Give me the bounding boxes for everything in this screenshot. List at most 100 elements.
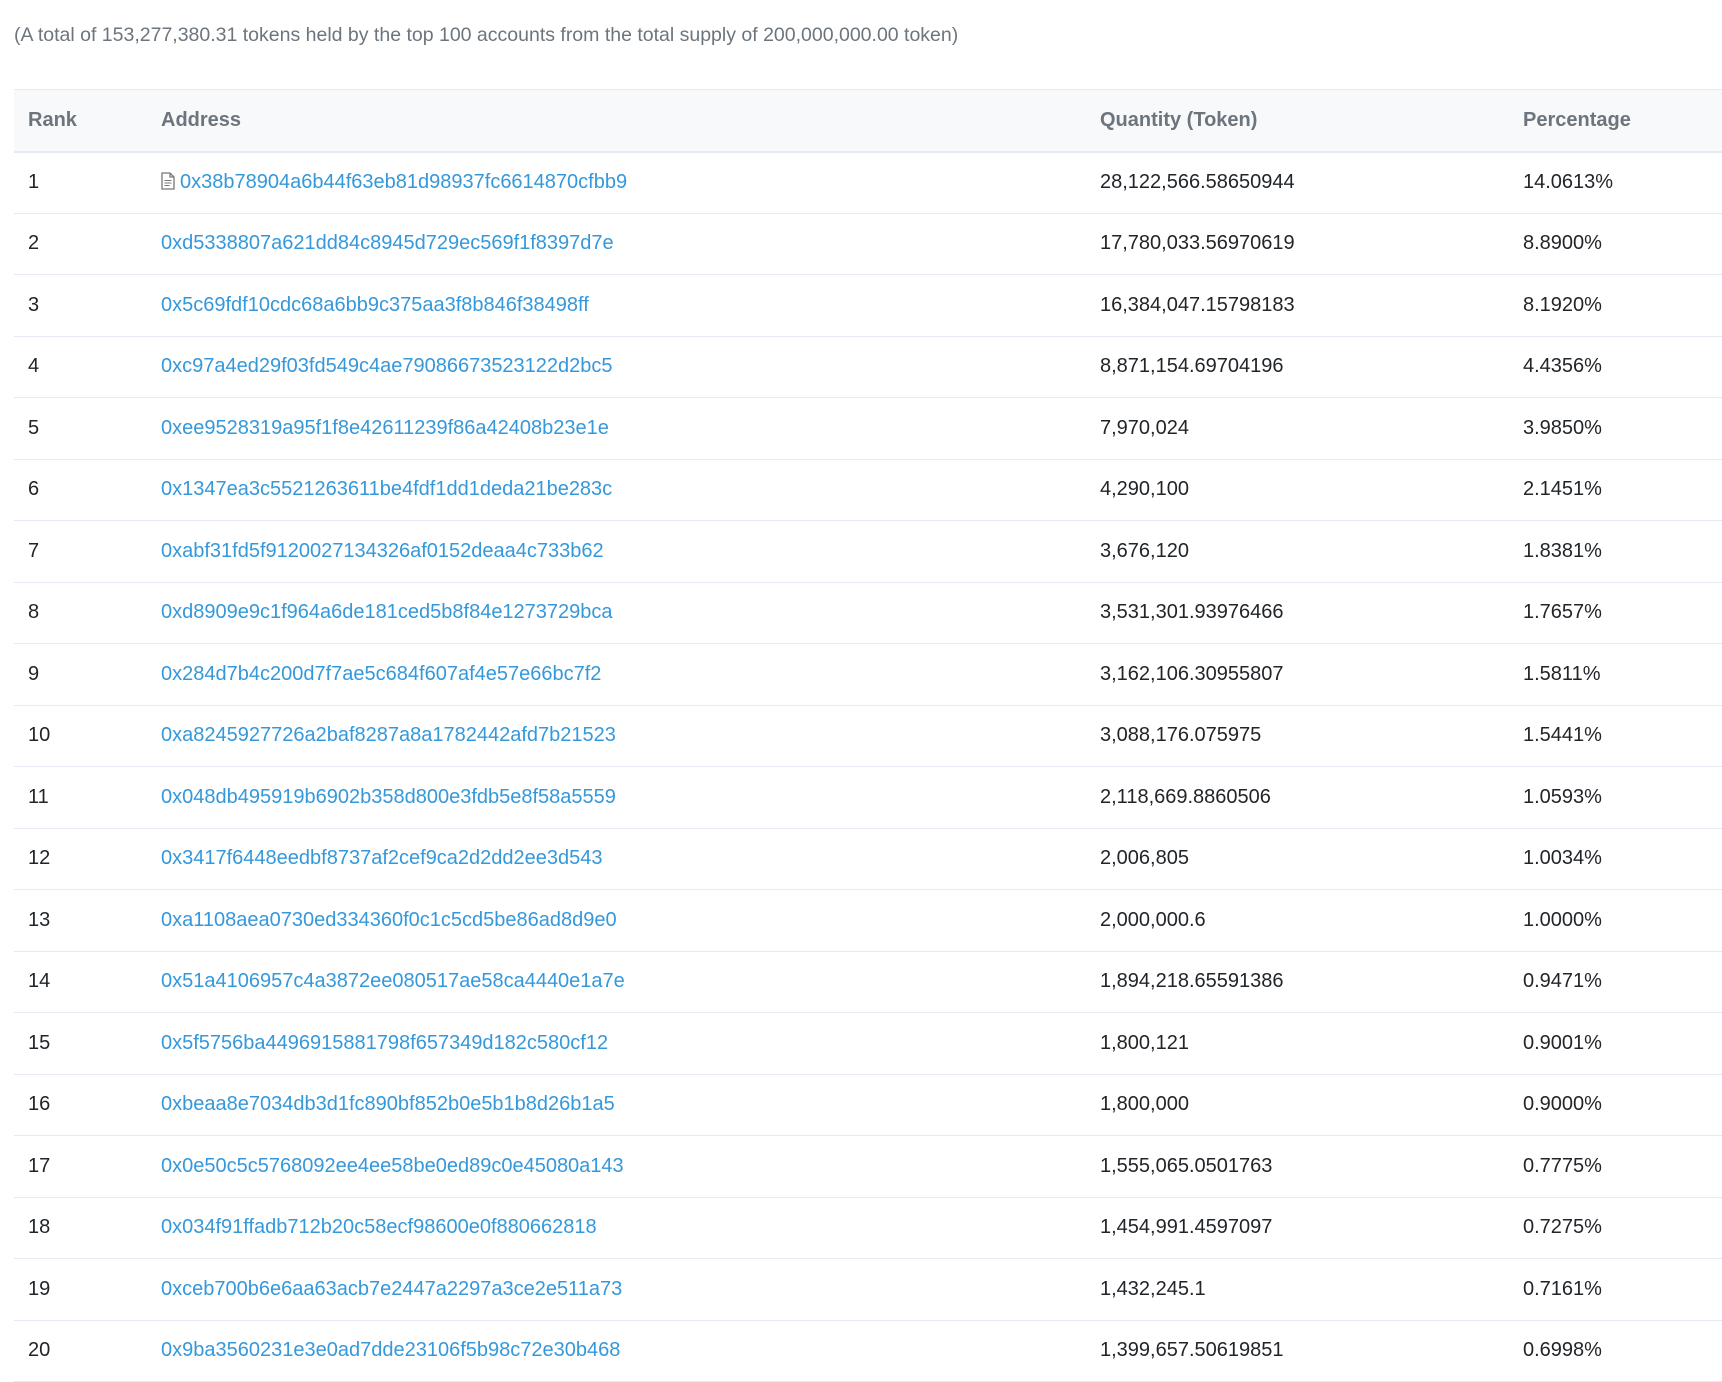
quantity-cell: 16,384,047.15798183 (1100, 274, 1523, 337)
address-cell: 0x1347ea3c5521263611be4fdf1dd1deda21be28… (161, 459, 1100, 521)
holder-address-link[interactable]: 0x048db495919b6902b358d800e3fdb5e8f58a55… (161, 786, 616, 808)
header-rank: Rank (14, 89, 161, 153)
table-row: 6 0x1347ea3c5521263611be4fdf1dd1deda21be2… (14, 459, 1722, 521)
address-cell: 0x3417f6448eedbf8737af2cef9ca2d2dd2ee3d5… (161, 828, 1100, 890)
percentage-cell: 1.5811% (1523, 643, 1722, 706)
percentage-cell: 4.4356% (1523, 336, 1722, 398)
holder-address-link[interactable]: 0xa1108aea0730ed334360f0c1c5cd5be86ad8d9… (161, 909, 617, 931)
holder-address-link[interactable]: 0xd5338807a621dd84c8945d729ec569f1f8397d… (161, 232, 614, 254)
percentage-cell: 0.6998% (1523, 1320, 1722, 1382)
holder-address-link[interactable]: 0xabf31fd5f9120027134326af0152deaa4c733b… (161, 540, 604, 562)
holder-address-link[interactable]: 0x9ba3560231e3e0ad7dde23106f5b98c72e30b4… (161, 1339, 620, 1361)
quantity-cell: 17,780,033.56970619 (1100, 213, 1523, 275)
rank-cell: 12 (14, 828, 161, 890)
address-cell: 0x0e50c5c5768092ee4ee58be0ed89c0e45080a1… (161, 1135, 1100, 1198)
header-address: Address (161, 89, 1100, 153)
holder-address-link[interactable]: 0xc97a4ed29f03fd549c4ae79086673523122d2b… (161, 355, 613, 377)
address-cell: 0x284d7b4c200d7f7ae5c684f607af4e57e66bc7… (161, 643, 1100, 706)
table-row: 1 0x38b78904a6b44f63eb81d98937fc6614870cf… (14, 151, 1722, 214)
holder-address-link[interactable]: 0xd8909e9c1f964a6de181ced5b8f84e1273729b… (161, 601, 613, 623)
token-holders-table: Rank Address Quantity (Token) Percentage… (14, 89, 1722, 1382)
quantity-cell: 4,290,100 (1100, 459, 1523, 521)
address-cell: 0xceb700b6e6aa63acb7e2447a2297a3ce2e511a… (161, 1258, 1100, 1321)
holder-address-link[interactable]: 0x284d7b4c200d7f7ae5c684f607af4e57e66bc7… (161, 663, 601, 685)
quantity-cell: 1,454,991.4597097 (1100, 1197, 1523, 1259)
holder-address-link[interactable]: 0x38b78904a6b44f63eb81d98937fc6614870cfb… (180, 171, 627, 193)
quantity-cell: 2,006,805 (1100, 828, 1523, 890)
address-cell: 0xee9528319a95f1f8e42611239f86a42408b23e… (161, 397, 1100, 460)
quantity-cell: 3,088,176.075975 (1100, 705, 1523, 767)
holder-address-link[interactable]: 0x0e50c5c5768092ee4ee58be0ed89c0e45080a1… (161, 1155, 624, 1177)
holder-address-link[interactable]: 0xa8245927726a2baf8287a8a1782442afd7b215… (161, 724, 616, 746)
table-row: 2 0xd5338807a621dd84c8945d729ec569f1f8397… (14, 213, 1722, 275)
table-row: 11 0x048db495919b6902b358d800e3fdb5e8f58a… (14, 766, 1722, 829)
percentage-cell: 8.8900% (1523, 213, 1722, 275)
rank-cell: 19 (14, 1258, 161, 1321)
rank-cell: 13 (14, 889, 161, 952)
table-row: 3 0x5c69fdf10cdc68a6bb9c375aa3f8b846f3849… (14, 274, 1722, 337)
quantity-cell: 7,970,024 (1100, 397, 1523, 460)
quantity-cell: 3,531,301.93976466 (1100, 582, 1523, 644)
quantity-cell: 1,800,121 (1100, 1012, 1523, 1075)
percentage-cell: 1.0034% (1523, 828, 1722, 890)
rank-cell: 2 (14, 213, 161, 275)
table-row: 13 0xa1108aea0730ed334360f0c1c5cd5be86ad8… (14, 889, 1722, 952)
percentage-cell: 8.1920% (1523, 274, 1722, 337)
rank-cell: 9 (14, 643, 161, 706)
holder-address-link[interactable]: 0x3417f6448eedbf8737af2cef9ca2d2dd2ee3d5… (161, 847, 603, 869)
percentage-cell: 1.0593% (1523, 766, 1722, 829)
rank-cell: 5 (14, 397, 161, 460)
quantity-cell: 3,162,106.30955807 (1100, 643, 1523, 706)
percentage-cell: 1.8381% (1523, 520, 1722, 583)
rank-cell: 3 (14, 274, 161, 337)
holder-address-link[interactable]: 0x1347ea3c5521263611be4fdf1dd1deda21be28… (161, 478, 612, 500)
table-body: 1 0x38b78904a6b44f63eb81d98937fc6614870cf… (14, 151, 1722, 1382)
percentage-cell: 1.5441% (1523, 705, 1722, 767)
rank-cell: 7 (14, 520, 161, 583)
table-row: 12 0x3417f6448eedbf8737af2cef9ca2d2dd2ee3… (14, 828, 1722, 890)
header-percentage: Percentage (1523, 89, 1722, 153)
quantity-cell: 3,676,120 (1100, 520, 1523, 583)
rank-cell: 20 (14, 1320, 161, 1382)
table-row: 19 0xceb700b6e6aa63acb7e2447a2297a3ce2e51… (14, 1258, 1722, 1321)
quantity-cell: 1,894,218.65591386 (1100, 951, 1523, 1013)
header-quantity: Quantity (Token) (1100, 89, 1523, 153)
holder-address-link[interactable]: 0x51a4106957c4a3872ee080517ae58ca4440e1a… (161, 970, 625, 992)
holder-address-link[interactable]: 0xceb700b6e6aa63acb7e2447a2297a3ce2e511a… (161, 1278, 622, 1300)
address-cell: 0xd8909e9c1f964a6de181ced5b8f84e1273729b… (161, 582, 1100, 644)
percentage-cell: 0.9000% (1523, 1074, 1722, 1136)
holder-address-link[interactable]: 0xee9528319a95f1f8e42611239f86a42408b23e… (161, 417, 609, 439)
table-row: 14 0x51a4106957c4a3872ee080517ae58ca4440e… (14, 951, 1722, 1013)
rank-cell: 11 (14, 766, 161, 829)
quantity-cell: 1,432,245.1 (1100, 1258, 1523, 1321)
address-cell: 0x38b78904a6b44f63eb81d98937fc6614870cfb… (161, 151, 1100, 214)
quantity-cell: 2,000,000.6 (1100, 889, 1523, 952)
percentage-cell: 0.9001% (1523, 1012, 1722, 1075)
holder-address-link[interactable]: 0x5f5756ba4496915881798f657349d182c580cf… (161, 1032, 608, 1054)
address-cell: 0x51a4106957c4a3872ee080517ae58ca4440e1a… (161, 951, 1100, 1013)
address-cell: 0xbeaa8e7034db3d1fc890bf852b0e5b1b8d26b1… (161, 1074, 1100, 1136)
rank-cell: 15 (14, 1012, 161, 1075)
address-cell: 0xc97a4ed29f03fd549c4ae79086673523122d2b… (161, 336, 1100, 398)
holder-address-link[interactable]: 0x5c69fdf10cdc68a6bb9c375aa3f8b846f38498… (161, 294, 589, 316)
table-row: 8 0xd8909e9c1f964a6de181ced5b8f84e1273729… (14, 582, 1722, 644)
table-row: 17 0x0e50c5c5768092ee4ee58be0ed89c0e45080… (14, 1135, 1722, 1198)
percentage-cell: 1.0000% (1523, 889, 1722, 952)
holder-address-link[interactable]: 0xbeaa8e7034db3d1fc890bf852b0e5b1b8d26b1… (161, 1093, 615, 1115)
table-row: 9 0x284d7b4c200d7f7ae5c684f607af4e57e66bc… (14, 643, 1722, 706)
percentage-cell: 2.1451% (1523, 459, 1722, 521)
holders-summary: (A total of 153,277,380.31 tokens held b… (14, 24, 959, 46)
table-row: 20 0x9ba3560231e3e0ad7dde23106f5b98c72e30… (14, 1320, 1722, 1382)
address-cell: 0x5c69fdf10cdc68a6bb9c375aa3f8b846f38498… (161, 274, 1100, 337)
address-cell: 0x9ba3560231e3e0ad7dde23106f5b98c72e30b4… (161, 1320, 1100, 1382)
address-cell: 0xa1108aea0730ed334360f0c1c5cd5be86ad8d9… (161, 889, 1100, 952)
holder-address-link[interactable]: 0x034f91ffadb712b20c58ecf98600e0f8806628… (161, 1216, 597, 1238)
rank-cell: 17 (14, 1135, 161, 1198)
percentage-cell: 0.7161% (1523, 1258, 1722, 1321)
percentage-cell: 14.0613% (1523, 151, 1722, 214)
table-row: 15 0x5f5756ba4496915881798f657349d182c580… (14, 1012, 1722, 1075)
quantity-cell: 28,122,566.58650944 (1100, 151, 1523, 214)
table-row: 16 0xbeaa8e7034db3d1fc890bf852b0e5b1b8d26… (14, 1074, 1722, 1136)
percentage-cell: 0.9471% (1523, 951, 1722, 1013)
quantity-cell: 1,555,065.0501763 (1100, 1135, 1523, 1198)
